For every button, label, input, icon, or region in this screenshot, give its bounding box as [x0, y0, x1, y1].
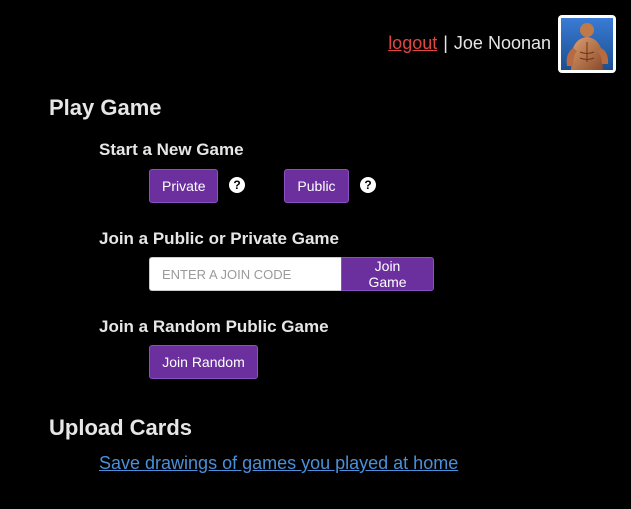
join-code-input[interactable] — [149, 257, 341, 291]
username: Joe Noonan — [453, 33, 551, 53]
public-game-button[interactable]: Public — [284, 169, 349, 203]
join-game-heading: Join a Public or Private Game — [99, 229, 339, 248]
public-help-icon[interactable]: ? — [360, 177, 376, 193]
start-new-game-heading: Start a New Game — [99, 140, 244, 159]
private-help-icon[interactable]: ? — [229, 177, 245, 193]
private-game-button[interactable]: Private — [149, 169, 218, 203]
upload-cards-link[interactable]: Save drawings of games you played at hom… — [99, 453, 458, 474]
upload-cards-title: Upload Cards — [49, 415, 193, 440]
avatar[interactable] — [558, 15, 616, 73]
header-separator: | — [443, 33, 448, 53]
user-bar: logout | Joe Noonan — [388, 30, 551, 56]
play-game-title: Play Game — [49, 95, 162, 120]
join-random-heading: Join a Random Public Game — [99, 317, 329, 336]
join-game-button[interactable]: Join Game — [341, 257, 434, 291]
logout-link[interactable]: logout — [388, 30, 437, 56]
page: logout | Joe Noonan Play Game Start a Ne… — [0, 0, 631, 509]
join-random-button[interactable]: Join Random — [149, 345, 258, 379]
user-avatar-image — [561, 18, 613, 70]
